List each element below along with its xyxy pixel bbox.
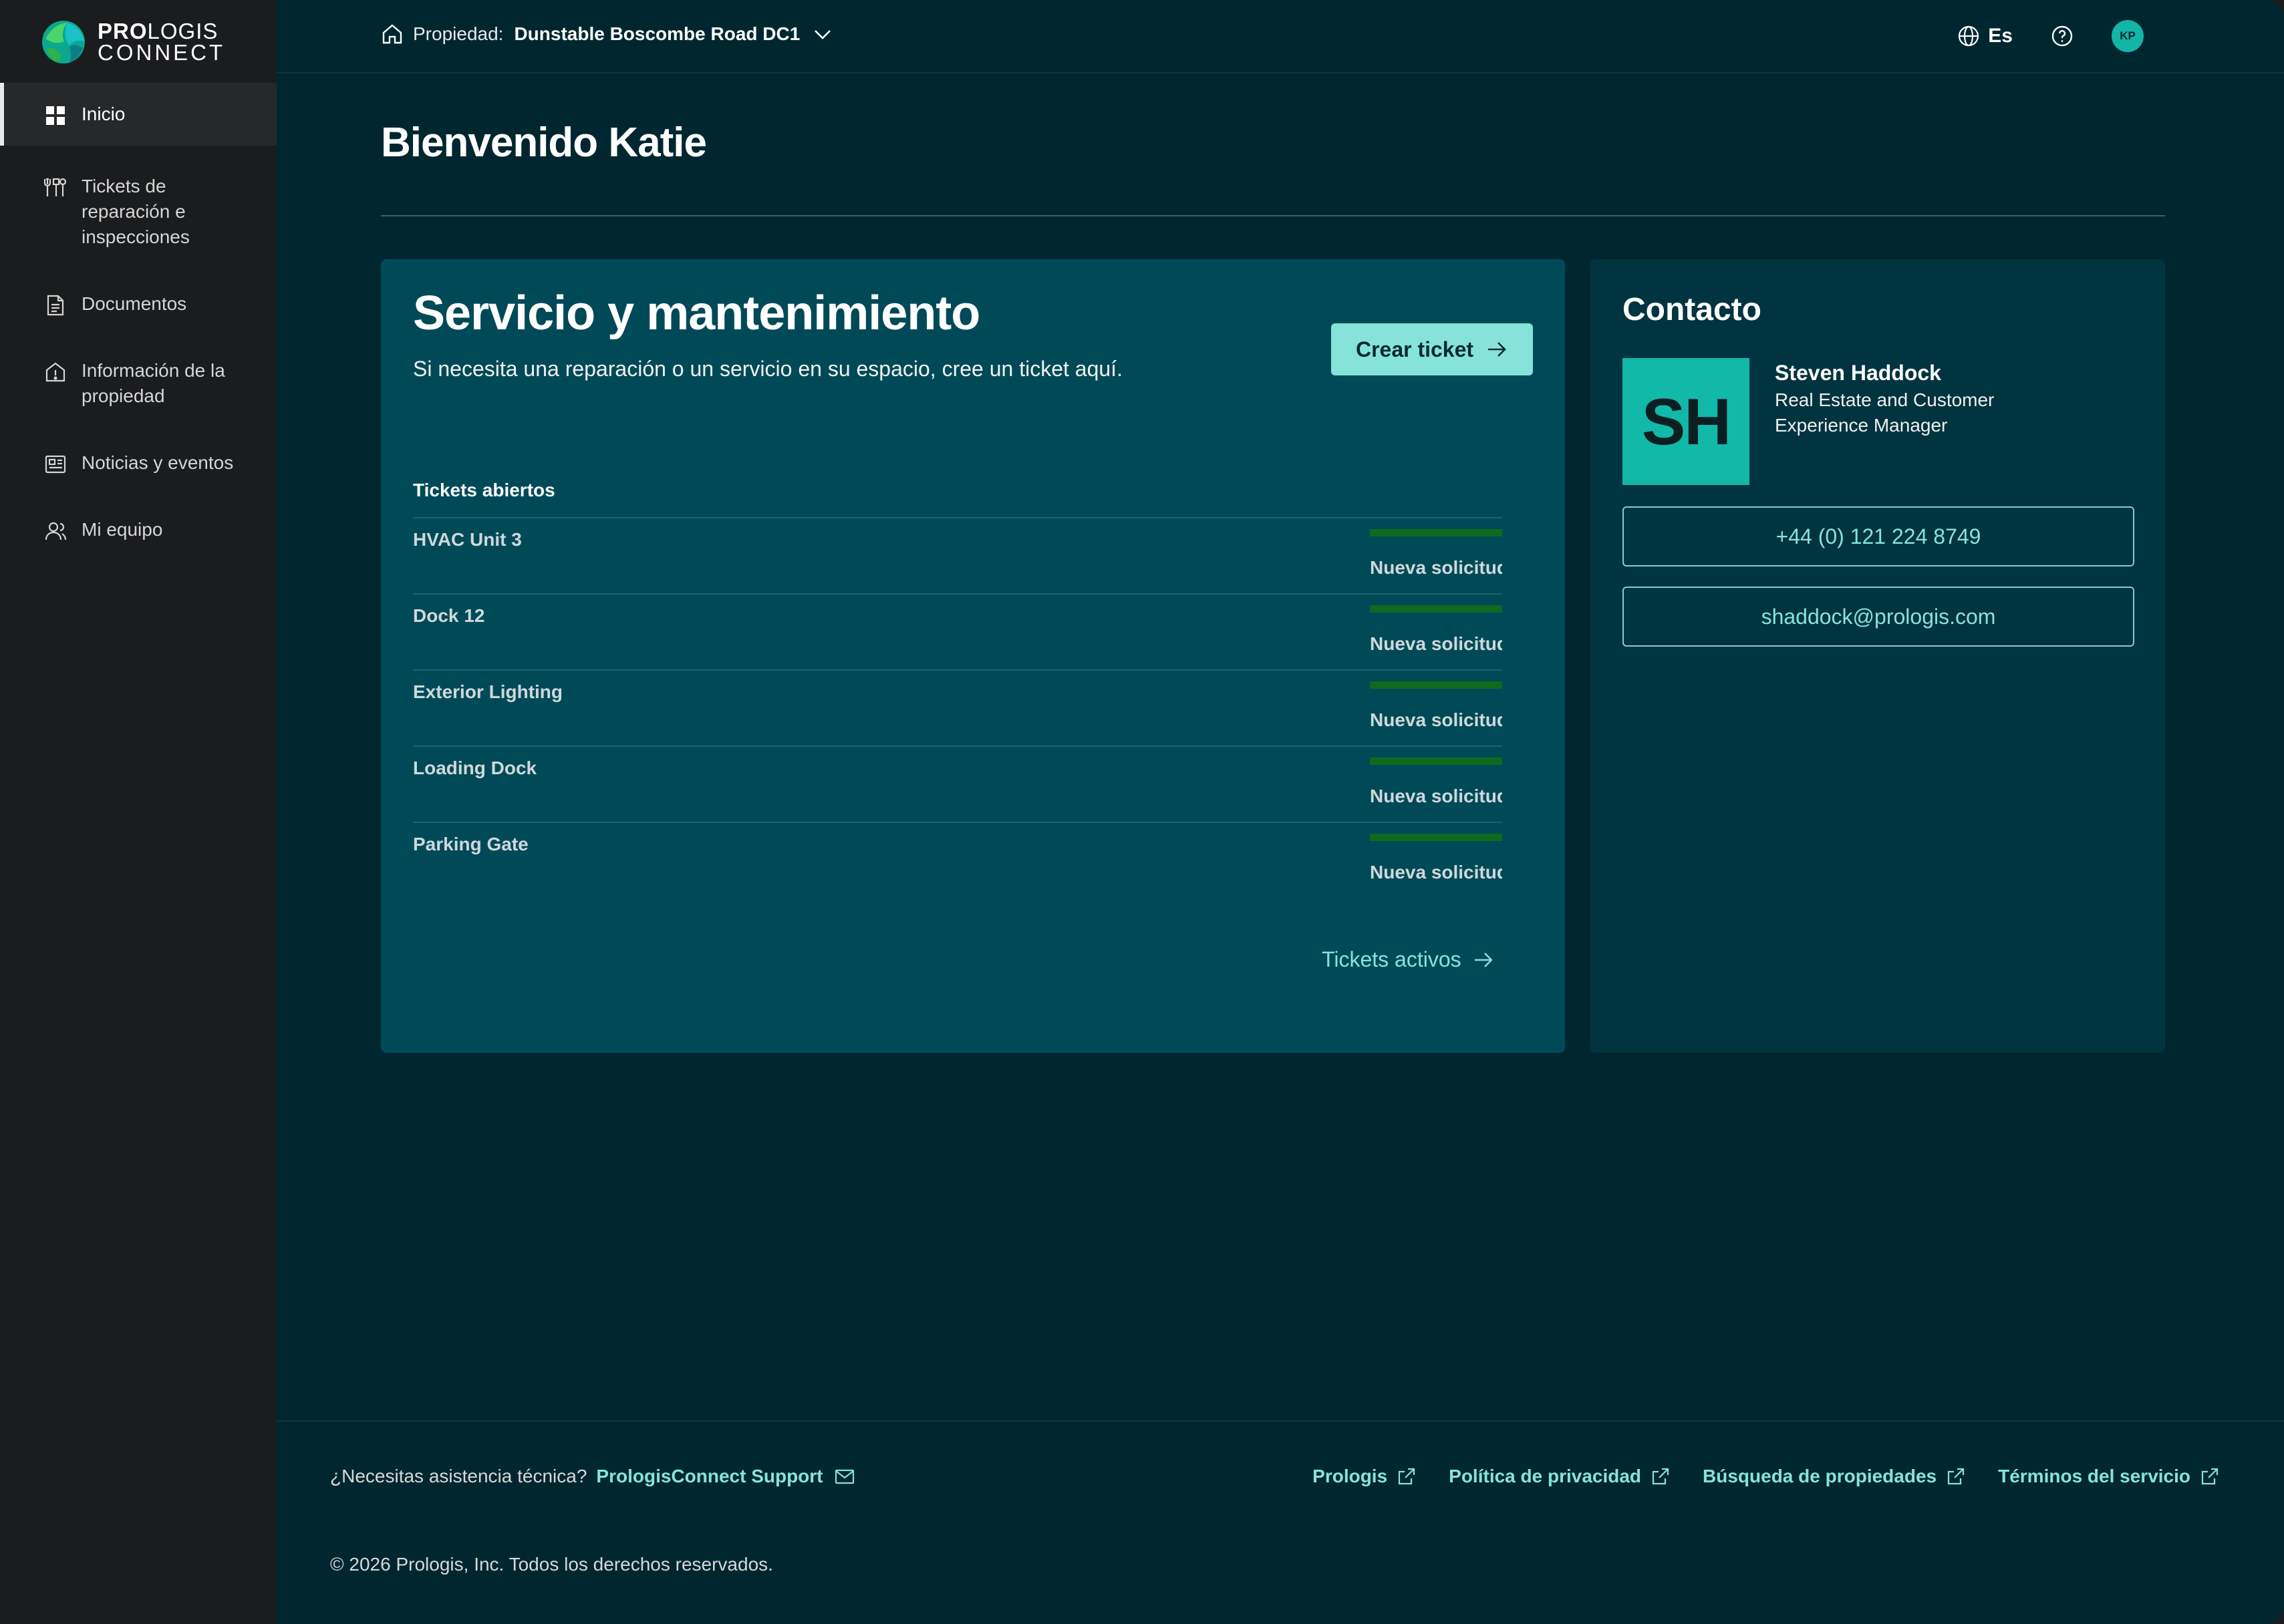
globe-logo-icon xyxy=(42,21,85,63)
sidebar-item-label: Inicio xyxy=(82,104,126,124)
property-selector[interactable]: Propiedad: Dunstable Boscombe Road DC1 xyxy=(381,23,833,45)
team-icon xyxy=(45,522,67,540)
open-tickets-heading: Tickets abiertos xyxy=(413,480,555,500)
external-link-icon xyxy=(1652,1468,1669,1485)
ticket-name: Exterior Lighting xyxy=(413,681,563,702)
language-label: Es xyxy=(1988,25,2013,47)
service-subtitle: Si necesita una reparación o un servicio… xyxy=(413,357,1123,381)
ticket-row[interactable]: HVAC Unit 3 Nueva solicitud xyxy=(413,517,1502,593)
building-info-icon xyxy=(45,362,65,382)
brand-line2: CONNECT xyxy=(98,40,226,65)
sidebar-item-tickets[interactable]: Tickets de reparación e inspecciones xyxy=(0,174,277,250)
support-link[interactable]: PrologisConnect Support xyxy=(596,1466,823,1487)
ticket-status: Nueva solicitud xyxy=(1370,786,1502,806)
newspaper-icon xyxy=(45,455,66,474)
language-selector[interactable]: Es xyxy=(1957,25,2013,47)
footer-link-label: Prologis xyxy=(1312,1466,1388,1486)
help-text: ¿Necesitas asistencia técnica? xyxy=(330,1466,587,1486)
ticket-row[interactable]: Dock 12 Nueva solicitud xyxy=(413,593,1502,669)
ticket-row[interactable]: Parking Gate Nueva solicitud xyxy=(413,822,1502,898)
page-title: Bienvenido Katie xyxy=(381,120,707,166)
contact-title: Contacto xyxy=(1622,292,1761,327)
sidebar-item-label: Documentos xyxy=(82,293,187,314)
help-icon[interactable] xyxy=(2050,24,2074,48)
sidebar-item-documentos[interactable]: Documentos xyxy=(0,291,277,317)
contact-card: Contacto SH Steven Haddock Real Estate a… xyxy=(1590,259,2165,1053)
top-right-controls: Es KP xyxy=(1957,20,2144,52)
sidebar-item-inicio[interactable]: Inicio xyxy=(0,83,277,146)
sidebar-item-label: Noticias y eventos xyxy=(82,452,234,473)
ticket-name: HVAC Unit 3 xyxy=(413,529,522,550)
footer-links: Prologis Política de privacidad Búsqueda… xyxy=(1280,1466,2220,1487)
footer-link-label: Términos del servicio xyxy=(1998,1466,2190,1486)
open-tickets-list: HVAC Unit 3 Nueva solicitud Dock 12 Nuev… xyxy=(413,517,1502,898)
contact-name: Steven Haddock xyxy=(1775,361,1941,385)
status-bar xyxy=(1370,529,1502,536)
active-tickets-label: Tickets activos xyxy=(1322,947,1461,971)
footer-link-privacy[interactable]: Política de privacidad xyxy=(1449,1466,1671,1487)
sidebar: PROLOGIS CONNECT Inicio Tickets de repar… xyxy=(0,0,277,1624)
top-bar: Propiedad: Dunstable Boscombe Road DC1 E… xyxy=(277,0,2284,73)
footer-link-terms[interactable]: Términos del servicio xyxy=(1998,1466,2220,1487)
create-ticket-button[interactable]: Crear ticket xyxy=(1331,323,1533,375)
ticket-status: Nueva solicitud xyxy=(1370,633,1502,654)
footer-link-label: Política de privacidad xyxy=(1449,1466,1642,1486)
ticket-status: Nueva solicitud xyxy=(1370,862,1502,882)
service-card: Servicio y mantenimiento Si necesita una… xyxy=(381,259,1565,1053)
property-label: Propiedad: xyxy=(413,23,504,44)
prologis-connect-logo[interactable]: PROLOGIS CONNECT xyxy=(40,19,225,65)
chevron-down-icon xyxy=(815,30,831,39)
footer-link-label: Búsqueda de propiedades xyxy=(1703,1466,1937,1486)
footer-link-prologis[interactable]: Prologis xyxy=(1312,1466,1417,1487)
app-window: PROLOGIS CONNECT Inicio Tickets de repar… xyxy=(0,0,2284,1624)
document-icon xyxy=(47,295,64,316)
status-bar xyxy=(1370,758,1502,765)
sidebar-item-informacion[interactable]: Información de la propiedad xyxy=(0,358,277,409)
contact-phone-button[interactable]: +44 (0) 121 224 8749 xyxy=(1622,506,2134,566)
contact-email-button[interactable]: shaddock@prologis.com xyxy=(1622,587,2134,647)
ticket-name: Loading Dock xyxy=(413,758,537,778)
external-link-icon xyxy=(1399,1468,1415,1485)
sidebar-nav: Inicio Tickets de reparación e inspeccio… xyxy=(0,83,277,542)
ticket-status: Nueva solicitud xyxy=(1370,709,1502,730)
external-link-icon xyxy=(1948,1468,1965,1485)
tools-icon xyxy=(44,178,67,196)
support-line: ¿Necesitas asistencia técnica? PrologisC… xyxy=(330,1466,855,1487)
status-bar xyxy=(1370,605,1502,613)
footer-link-property-search[interactable]: Búsqueda de propiedades xyxy=(1703,1466,1966,1487)
grid-icon xyxy=(46,106,65,125)
sidebar-item-label: Mi equipo xyxy=(82,519,163,540)
status-bar xyxy=(1370,681,1502,689)
copyright: © 2026 Prologis, Inc. Todos los derechos… xyxy=(330,1554,773,1575)
contact-avatar: SH xyxy=(1622,358,1749,485)
home-icon xyxy=(382,24,402,44)
ticket-name: Parking Gate xyxy=(413,834,529,854)
sidebar-item-label: Información de la propiedad xyxy=(82,360,225,406)
arrow-right-icon xyxy=(1474,952,1493,967)
sidebar-item-label: Tickets de reparación e inspecciones xyxy=(82,176,190,247)
sidebar-item-noticias[interactable]: Noticias y eventos xyxy=(0,450,277,476)
ticket-name: Dock 12 xyxy=(413,605,485,626)
main-content: Propiedad: Dunstable Boscombe Road DC1 E… xyxy=(277,0,2284,1624)
ticket-row[interactable]: Loading Dock Nueva solicitud xyxy=(413,746,1502,822)
property-value: Dunstable Boscombe Road DC1 xyxy=(514,23,801,44)
create-ticket-label: Crear ticket xyxy=(1355,337,1474,361)
footer: ¿Necesitas asistencia técnica? PrologisC… xyxy=(277,1420,2284,1624)
ticket-row[interactable]: Exterior Lighting Nueva solicitud xyxy=(413,669,1502,746)
sidebar-item-mi-equipo[interactable]: Mi equipo xyxy=(0,517,277,542)
globe-icon xyxy=(1959,25,1979,47)
ticket-status: Nueva solicitud xyxy=(1370,557,1502,578)
mail-icon[interactable] xyxy=(834,1466,855,1487)
contact-role: Real Estate and Customer Experience Mana… xyxy=(1775,389,1995,436)
user-avatar[interactable]: KP xyxy=(2112,20,2144,52)
divider xyxy=(381,215,2165,216)
arrow-right-icon xyxy=(1488,342,1506,357)
external-link-icon xyxy=(2201,1468,2219,1485)
service-title: Servicio y mantenimiento xyxy=(413,287,980,340)
status-bar xyxy=(1370,834,1502,841)
active-tickets-link[interactable]: Tickets activos xyxy=(1322,947,1495,972)
